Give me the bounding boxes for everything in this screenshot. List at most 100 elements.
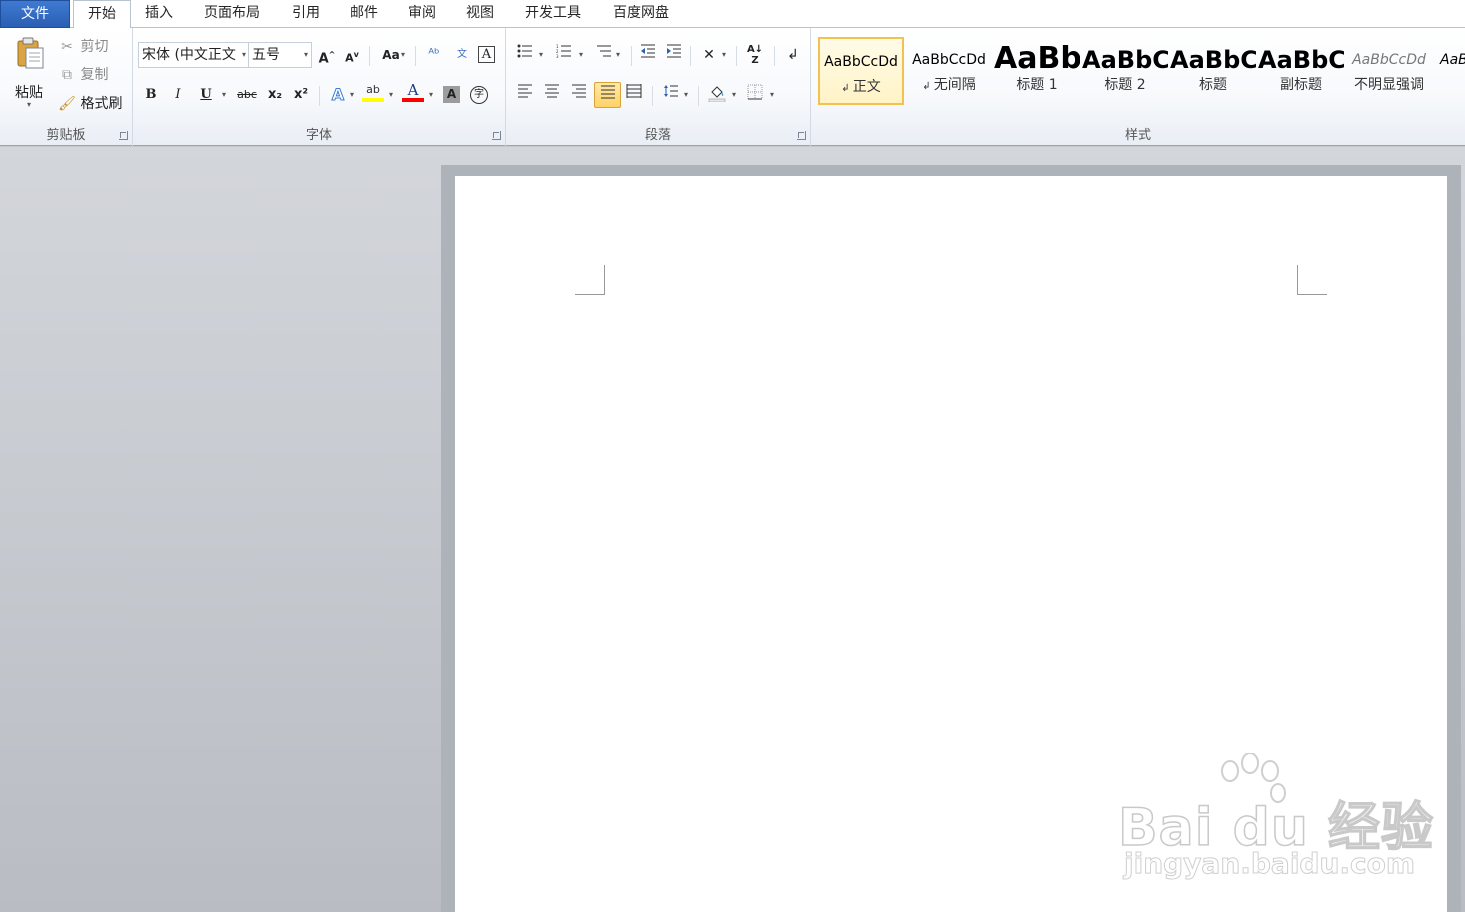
- subscript-button[interactable]: x₂: [264, 84, 286, 106]
- chevron-down-icon[interactable]: ▾: [684, 84, 688, 106]
- paragraph-group-label: 段落: [644, 128, 671, 143]
- borders-button[interactable]: [744, 84, 766, 106]
- copy-button[interactable]: ⧉ 复制: [58, 64, 108, 86]
- chinese-layout-button[interactable]: ✕: [698, 44, 720, 66]
- styles-group-label: 样式: [1124, 128, 1151, 143]
- style-title[interactable]: AaBbC 标题: [1170, 37, 1256, 105]
- format-painter-button[interactable]: 🖌 格式刷: [58, 93, 122, 115]
- chevron-down-icon[interactable]: ▾: [770, 84, 774, 106]
- bullets-button[interactable]: [514, 44, 536, 66]
- tab-insert[interactable]: 插入: [136, 0, 182, 28]
- grow-font-icon: A: [318, 51, 329, 67]
- style-subtle-emphasis[interactable]: AaBbCcDd 不明显强调: [1346, 37, 1432, 105]
- clipboard-dialog-launcher[interactable]: [119, 131, 128, 140]
- tab-page-layout[interactable]: 页面布局: [196, 0, 268, 28]
- tab-baidu-netdisk[interactable]: 百度网盘: [603, 0, 679, 28]
- numbering-button[interactable]: 123: [553, 44, 575, 66]
- italic-button[interactable]: I: [167, 84, 189, 106]
- chevron-down-icon[interactable]: ▾: [539, 44, 543, 66]
- paragraph-group: ▾ 123 ▾ ▾ ✕ ▾ A↓ Z ↲ ▾ ▾ ▾ 段落: [506, 28, 811, 146]
- tab-developer[interactable]: 开发工具: [515, 0, 591, 28]
- style-sample: AaBbC: [1258, 46, 1344, 74]
- style-emphasis[interactable]: AaB: [1434, 37, 1465, 105]
- style-subtitle[interactable]: AaBbC 副标题: [1258, 37, 1344, 105]
- style-normal[interactable]: AaBbCcDd ↲ 正文: [818, 37, 904, 105]
- separator: [415, 46, 416, 66]
- style-name: ↲ 正文: [841, 79, 881, 95]
- style-heading-2[interactable]: AaBbC 标题 2: [1082, 37, 1168, 105]
- line-spacing-button[interactable]: [660, 84, 682, 106]
- multilevel-list-icon: [597, 45, 611, 57]
- cut-button[interactable]: ✂ 剪切: [58, 36, 108, 58]
- font-color-button[interactable]: A: [402, 82, 424, 102]
- chevron-down-icon[interactable]: ▾: [579, 44, 583, 66]
- increase-indent-button[interactable]: [663, 44, 685, 66]
- paintbrush-icon: 🖌: [58, 96, 76, 112]
- show-paragraph-marks-button[interactable]: ↲: [782, 44, 804, 66]
- styles-group: AaBbCcDd ↲ 正文 AaBbCcDd ↲ 无间隔 AaBb 标题 1 A…: [811, 28, 1465, 146]
- bullet-list-icon: [517, 44, 532, 58]
- style-heading-1[interactable]: AaBb 标题 1: [994, 37, 1080, 105]
- paragraph-dialog-launcher[interactable]: [797, 131, 806, 140]
- sort-button[interactable]: A↓ Z: [744, 44, 766, 66]
- shrink-font-button[interactable]: Av: [341, 44, 363, 66]
- font-group-label: 字体: [305, 128, 332, 143]
- style-sample: AaB: [1440, 52, 1465, 68]
- paste-icon: [17, 37, 44, 69]
- line-spacing-icon: [664, 85, 678, 97]
- tab-view[interactable]: 视图: [457, 0, 503, 28]
- tab-home[interactable]: 开始: [73, 0, 131, 29]
- superscript-button[interactable]: x²: [290, 84, 312, 106]
- strikethrough-button[interactable]: abc: [234, 84, 260, 106]
- highlight-button[interactable]: ab: [362, 82, 384, 102]
- chevron-down-icon[interactable]: ▾: [616, 44, 620, 66]
- tab-mailings[interactable]: 邮件: [341, 0, 387, 28]
- separator: [690, 46, 691, 66]
- character-border-button[interactable]: A: [478, 46, 495, 63]
- enclose-characters-button[interactable]: 字: [470, 86, 488, 104]
- tab-review[interactable]: 审阅: [399, 0, 445, 28]
- style-no-spacing[interactable]: AaBbCcDd ↲ 无间隔: [906, 37, 992, 105]
- chevron-down-icon[interactable]: ▾: [389, 84, 393, 106]
- shrink-font-icon: A: [345, 51, 354, 65]
- tab-file[interactable]: 文件: [0, 0, 70, 28]
- chevron-down-icon[interactable]: ▾: [429, 84, 433, 106]
- align-right-button[interactable]: [568, 84, 590, 106]
- chevron-down-icon: ▾: [26, 100, 31, 109]
- chevron-down-icon[interactable]: ▾: [732, 84, 736, 106]
- bold-button[interactable]: B: [140, 84, 162, 106]
- phonetic-guide-button[interactable]: 文: [451, 44, 473, 66]
- align-left-button[interactable]: [514, 84, 536, 106]
- character-shading-button[interactable]: A: [443, 86, 460, 103]
- style-sample: AaBb: [994, 41, 1080, 75]
- justify-icon: [600, 85, 615, 99]
- chevron-down-icon[interactable]: ▾: [401, 44, 405, 66]
- decrease-indent-button[interactable]: [637, 44, 659, 66]
- numbered-list-icon: 123: [556, 44, 571, 59]
- text-effect-icon: A: [331, 85, 345, 105]
- grow-font-button[interactable]: A^: [316, 44, 338, 66]
- distributed-button[interactable]: [623, 84, 645, 106]
- justify-button[interactable]: [594, 82, 621, 108]
- tab-references[interactable]: 引用: [283, 0, 329, 28]
- align-center-button[interactable]: [541, 84, 563, 106]
- font-size-combo[interactable]: 五号 ▾: [248, 42, 312, 68]
- clipboard-group: 粘贴 ▾ ✂ 剪切 ⧉ 复制 🖌 格式刷 剪贴板: [0, 28, 133, 146]
- character-border-icon: A: [481, 47, 492, 62]
- paste-button[interactable]: 粘贴 ▾: [6, 34, 52, 118]
- font-dialog-launcher[interactable]: [492, 131, 501, 140]
- chevron-down-icon[interactable]: ▾: [350, 84, 354, 106]
- chevron-down-icon[interactable]: ▾: [722, 44, 726, 66]
- chevron-down-icon[interactable]: ▾: [222, 84, 226, 106]
- increase-indent-icon: [667, 44, 681, 58]
- paste-label: 粘贴: [15, 85, 43, 101]
- style-name: 副标题: [1280, 77, 1322, 93]
- underline-button[interactable]: U: [195, 84, 217, 106]
- separator: [736, 46, 737, 66]
- highlight-icon: ab: [366, 83, 380, 96]
- font-name-combo[interactable]: 宋体 (中文正文 ▾: [138, 42, 250, 68]
- clear-format-button[interactable]: ᴬᵇ: [423, 44, 445, 66]
- multilevel-list-button[interactable]: [593, 44, 615, 66]
- text-effect-button[interactable]: A: [327, 84, 349, 106]
- shading-button[interactable]: [706, 84, 728, 106]
